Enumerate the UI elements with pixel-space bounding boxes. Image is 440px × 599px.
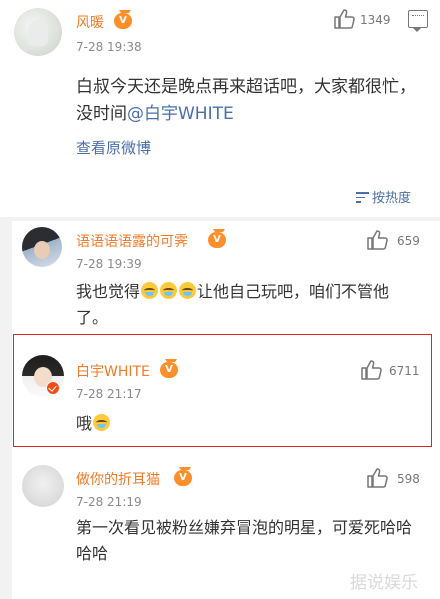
comment-text-part: 哦 [76, 414, 93, 433]
comment-text-part: 我也觉得 [76, 282, 141, 301]
mention-link[interactable]: @白宇WHITE [127, 104, 234, 124]
vip-badge-icon: V [160, 359, 178, 378]
reply-list: 语语语语露的可霁 V 7-28 19:39 659 我也觉得 让他自己玩吧，咱们不… [12, 221, 440, 599]
like-count: 598 [397, 472, 420, 486]
avatar[interactable] [22, 227, 62, 267]
sort-label: 按热度 [372, 191, 412, 206]
vip-badge-icon: V [174, 467, 192, 486]
original-comment-card: 风暖 V 7-28 19:38 1349 白叔今天还是晚点再来超话吧，大家都很忙… [0, 0, 440, 217]
comment-text: 第一次看见被粉丝嫌弃冒泡的明星，可爱死哈哈哈哈 [76, 518, 413, 563]
username[interactable]: 语语语语露的可霁 [76, 231, 188, 251]
username[interactable]: 白宇WHITE [76, 361, 150, 381]
list-item: 语语语语露的可霁 V 7-28 19:39 659 我也觉得 让他自己玩吧，咱们不… [12, 221, 440, 329]
like-icon[interactable] [333, 9, 355, 29]
timestamp: 7-28 21:19 [76, 495, 142, 509]
timestamp: 7-28 21:17 [76, 387, 142, 401]
like-icon[interactable] [366, 468, 388, 488]
verified-badge-icon [46, 381, 60, 395]
timestamp: 7-28 19:39 [76, 257, 142, 271]
timestamp: 7-28 19:38 [76, 40, 142, 54]
vip-badge-icon: V [208, 229, 226, 248]
vip-badge-icon: V [114, 10, 132, 29]
reply-icon[interactable] [408, 10, 428, 32]
username[interactable]: 风暖 [76, 12, 104, 32]
like-count: 6711 [389, 364, 420, 378]
sort-by-hot-button[interactable]: 按热度 [356, 187, 411, 206]
watermark: 据说娱乐 [350, 573, 418, 593]
laugh-cry-emoji-icon [141, 282, 159, 299]
list-item: 白宇WHITE V 7-28 21:17 6711 哦 [12, 347, 440, 447]
view-original-link[interactable]: 查看原微博 [76, 137, 151, 158]
laugh-cry-emoji-icon [179, 282, 197, 299]
sort-icon [356, 192, 369, 203]
comment-text: 白叔今天还是晚点再来超话吧，大家都很忙，没时间@白宇WHITE [76, 74, 424, 128]
laugh-cry-emoji-icon [93, 414, 111, 431]
avatar[interactable] [22, 465, 64, 507]
comment-text: 哦 [76, 411, 420, 437]
laugh-cry-emoji-icon [160, 282, 178, 299]
username[interactable]: 做你的折耳猫 [76, 469, 160, 489]
comment-text: 我也觉得 让他自己玩吧，咱们不管他了。 [76, 279, 420, 331]
avatar[interactable] [14, 8, 62, 56]
like-icon[interactable] [366, 230, 388, 250]
like-icon[interactable] [360, 360, 382, 380]
like-count: 1349 [360, 13, 391, 27]
like-count: 659 [397, 234, 420, 248]
